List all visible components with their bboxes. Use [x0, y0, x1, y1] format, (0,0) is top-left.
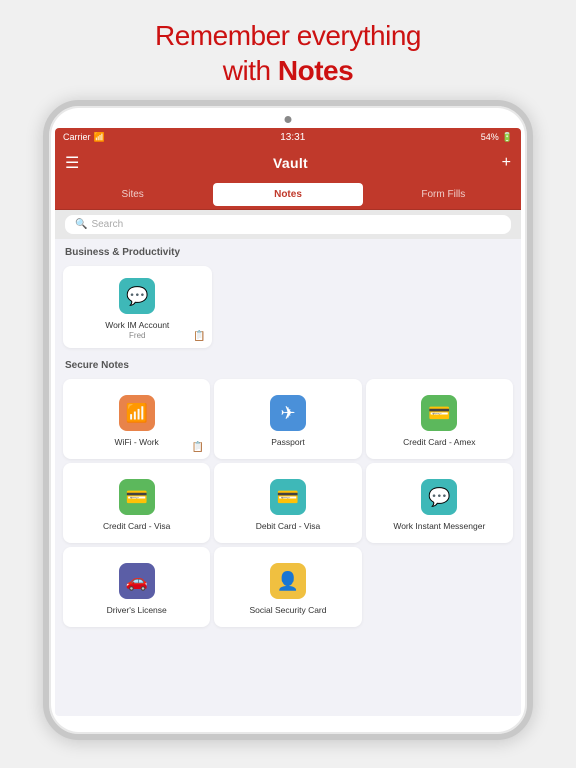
search-bar: 🔍 Search [55, 210, 521, 239]
card-label-amex: Credit Card - Amex [403, 437, 475, 447]
card-wifi-work[interactable]: 📶 WiFi - Work 📋 [63, 379, 210, 459]
screen: Carrier 📶 13:31 54% 🔋 ☰ Vault + Sites No… [55, 128, 521, 716]
card-work-im-account[interactable]: 💬 Work IM Account Fred 📋 [63, 266, 212, 348]
section-header-business: Business & Productivity [55, 239, 521, 262]
menu-button[interactable]: ☰ [65, 153, 79, 173]
license-icon: 🚗 [119, 563, 155, 599]
messenger-icon: 💬 [421, 479, 457, 515]
nav-bar: ☰ Vault + [55, 146, 521, 180]
status-bar: Carrier 📶 13:31 54% 🔋 [55, 128, 521, 146]
search-placeholder: Search [91, 219, 123, 230]
work-im-icon: 💬 [119, 278, 155, 314]
card-label-license: Driver's License [107, 605, 167, 615]
visa-icon: 💳 [119, 479, 155, 515]
card-label-visa: Credit Card - Visa [103, 521, 170, 531]
tab-form-fills[interactable]: Form Fills [369, 183, 518, 206]
card-debit-visa[interactable]: 💳 Debit Card - Visa [214, 463, 361, 543]
amex-icon: 💳 [421, 395, 457, 431]
card-work-messenger[interactable]: 💬 Work Instant Messenger [366, 463, 513, 543]
wifi-status-icon: 📶 [94, 132, 105, 143]
card-label-wifi: WiFi - Work [115, 437, 159, 447]
battery-icon: 🔋 [502, 132, 513, 143]
card-label-ssn: Social Security Card [249, 605, 326, 615]
business-section: 💬 Work IM Account Fred 📋 [55, 262, 521, 352]
promo-text: Remember everything with Notes [115, 0, 461, 100]
card-passport[interactable]: ✈ Passport [214, 379, 361, 459]
card-sub-work-im: Fred [129, 331, 145, 340]
passport-icon: ✈ [270, 395, 306, 431]
ssn-icon: 👤 [270, 563, 306, 599]
tab-bar: Sites Notes Form Fills [55, 180, 521, 210]
add-button[interactable]: + [502, 154, 511, 172]
card-label-work-im: Work IM Account [105, 320, 169, 330]
card-label-messenger: Work Instant Messenger [393, 521, 485, 531]
battery-label: 54% [481, 132, 499, 142]
wifi-work-icon: 📶 [119, 395, 155, 431]
card-label-passport: Passport [271, 437, 305, 447]
ipad-device: Carrier 📶 13:31 54% 🔋 ☰ Vault + Sites No… [43, 100, 533, 740]
search-icon: 🔍 [75, 219, 87, 230]
tab-notes[interactable]: Notes [213, 183, 362, 206]
time-display: 13:31 [280, 132, 305, 143]
card-credit-visa[interactable]: 💳 Credit Card - Visa [63, 463, 210, 543]
carrier-label: Carrier [63, 132, 91, 142]
nav-title: Vault [273, 155, 308, 171]
card-drivers-license[interactable]: 🚗 Driver's License [63, 547, 210, 627]
card-label-debit: Debit Card - Visa [256, 521, 321, 531]
secure-notes-grid: 📶 WiFi - Work 📋 ✈ Passport 💳 [55, 375, 521, 631]
card-credit-amex[interactable]: 💳 Credit Card - Amex [366, 379, 513, 459]
tab-sites[interactable]: Sites [58, 183, 207, 206]
search-field[interactable]: 🔍 Search [65, 215, 511, 234]
note-indicator-work-im: 📋 [193, 331, 205, 342]
section-header-secure-notes: Secure Notes [55, 352, 521, 375]
note-indicator-wifi: 📋 [192, 442, 204, 453]
card-social-security[interactable]: 👤 Social Security Card [214, 547, 361, 627]
content-area: Business & Productivity 💬 Work IM Accoun… [55, 239, 521, 716]
debit-icon: 💳 [270, 479, 306, 515]
